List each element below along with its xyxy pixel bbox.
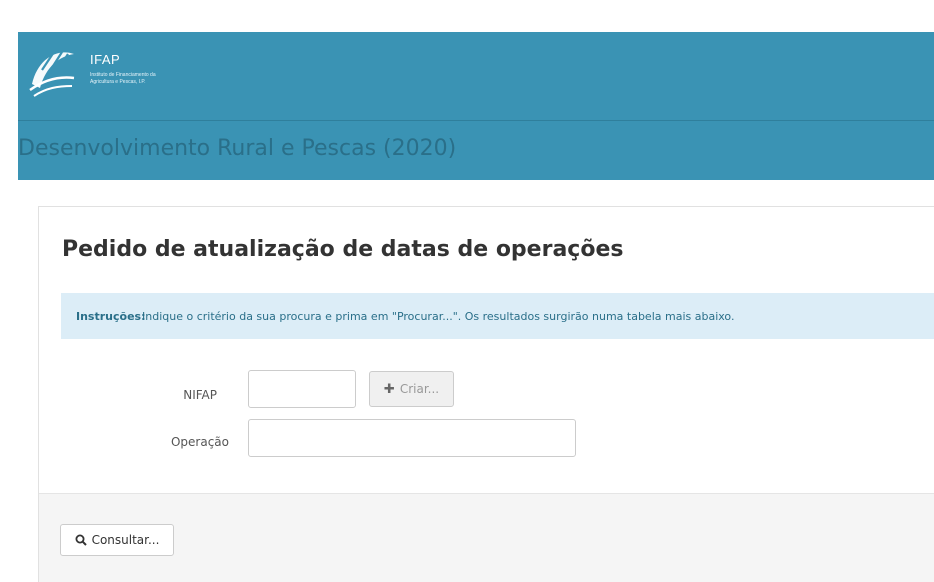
ifap-logo[interactable]: IFAP Instituto de Financiamento da Agric… bbox=[28, 40, 178, 120]
search-icon bbox=[75, 534, 87, 546]
logo-subtitle: Instituto de Financiamento da Agricultur… bbox=[90, 72, 156, 85]
nifap-input[interactable] bbox=[248, 370, 356, 408]
page-title: Pedido de atualização de datas de operaç… bbox=[62, 237, 624, 262]
ifap-logo-icon bbox=[29, 51, 75, 97]
header-divider bbox=[18, 120, 934, 121]
consultar-button-label: Consultar... bbox=[91, 533, 160, 547]
form-footer: Consultar... bbox=[39, 493, 934, 582]
instructions-label: Instruções: bbox=[76, 310, 146, 323]
consultar-button[interactable]: Consultar... bbox=[60, 524, 174, 556]
header-top-bar: IFAP Instituto de Financiamento da Agric… bbox=[18, 32, 934, 120]
app-header: IFAP Instituto de Financiamento da Agric… bbox=[18, 32, 934, 180]
instructions-alert: Instruções: Indique o critério da sua pr… bbox=[61, 293, 934, 339]
criar-button[interactable]: ✚ Criar... bbox=[369, 371, 454, 407]
logo-title: IFAP bbox=[90, 52, 121, 67]
main-panel: Pedido de atualização de datas de operaç… bbox=[38, 206, 934, 582]
instructions-text: Indique o critério da sua procura e prim… bbox=[142, 310, 735, 323]
nifap-label: NIFAP bbox=[183, 388, 217, 402]
site-title[interactable]: Desenvolvimento Rural e Pescas (2020) bbox=[18, 136, 456, 161]
operacao-label: Operação bbox=[170, 435, 229, 449]
operacao-input[interactable] bbox=[248, 419, 576, 457]
plus-icon: ✚ bbox=[383, 381, 395, 397]
criar-button-label: Criar... bbox=[399, 382, 440, 396]
